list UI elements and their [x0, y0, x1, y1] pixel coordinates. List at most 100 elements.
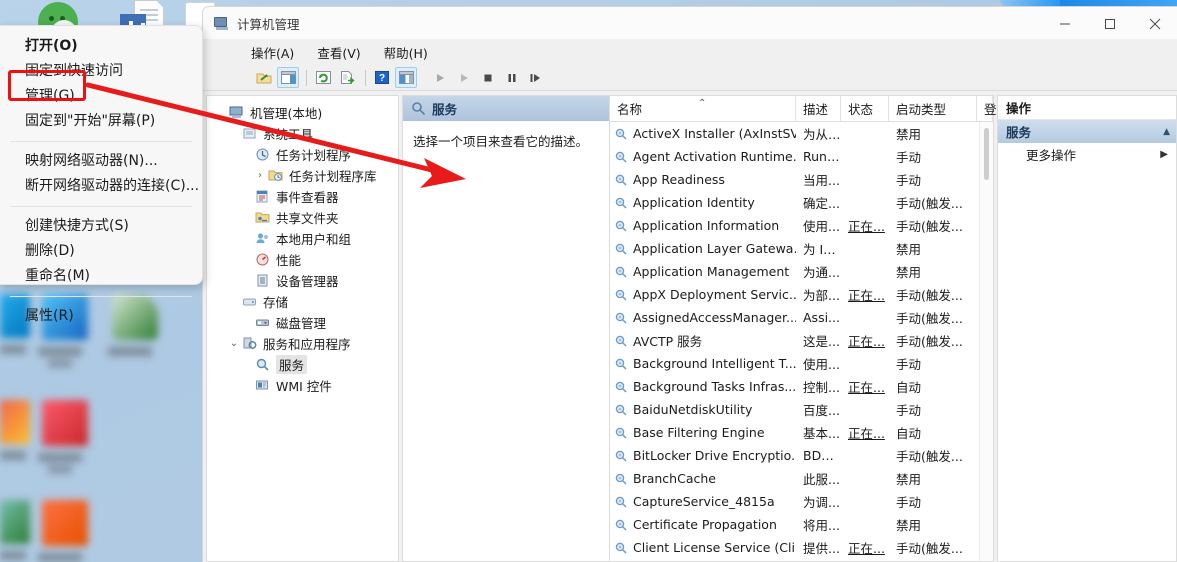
context-menu-item-7[interactable]: 删除(D): [0, 239, 202, 264]
show-hide-console-tree-icon[interactable]: [277, 67, 299, 88]
services-list-rows[interactable]: ActiveX Installer (AxInstSV)为从 ...禁用本 Ag…: [610, 122, 979, 561]
tree-item-11[interactable]: ⌄ 服务和应用程序: [207, 333, 398, 354]
actions-pane-title: 操作: [998, 96, 1176, 120]
tools-icon: [242, 126, 259, 142]
tree-item-8[interactable]: 设备管理器: [207, 270, 398, 291]
tree-item-4[interactable]: 事件查看器: [207, 186, 398, 207]
cell-status: 正在...: [848, 288, 885, 303]
service-name-label: Application Information: [633, 218, 780, 233]
maximize-button[interactable]: [1087, 7, 1132, 40]
context-menu-item-8[interactable]: 重命名(M): [0, 264, 202, 289]
services-list[interactable]: 名称 ⌃ 描述 状态 启动类型 登 ActiveX Installer (AxInstSV…: [610, 96, 997, 561]
help-icon[interactable]: ?: [371, 67, 393, 88]
actions-item-more[interactable]: 更多操作 ▶: [998, 143, 1176, 166]
table-row[interactable]: AppX Deployment Servic... 为部... 正在... 手动(触发…: [610, 283, 979, 306]
tree-item-1[interactable]: 系统工具: [207, 123, 398, 144]
tree-item-6[interactable]: 本地用户和组: [207, 228, 398, 249]
column-header-description[interactable]: 描述: [796, 96, 841, 121]
services-apps-icon: [242, 336, 259, 352]
context-menu-item-3[interactable]: 固定到"开始"屏幕(P): [0, 109, 202, 134]
table-row[interactable]: Application Management为通...禁用本: [610, 260, 979, 283]
context-menu-item-9[interactable]: 属性(R): [0, 304, 202, 329]
menu-view[interactable]: 查看(V): [317, 43, 360, 62]
file-explorer-context-menu[interactable]: 打开(O) 固定到快速访问 管理(G) 固定到"开始"屏幕(P) 映射网络驱动器(N).…: [0, 25, 203, 324]
column-header-status[interactable]: 状态: [841, 96, 889, 121]
column-header-name[interactable]: 名称 ⌃: [610, 96, 796, 121]
tree-item-10[interactable]: 磁盘管理: [207, 312, 398, 333]
service-icon: [614, 196, 629, 210]
actions-group-services[interactable]: 服务 ▲: [998, 120, 1176, 143]
cell-status: 正在...: [848, 334, 885, 349]
context-menu-item-4[interactable]: 映射网络驱动器(N)...: [0, 149, 202, 174]
services-list-header[interactable]: 名称 ⌃ 描述 状态 启动类型 登: [610, 96, 997, 122]
pause-service-icon[interactable]: [501, 67, 523, 88]
table-row[interactable]: AssignedAccessManager...Assi...手动(触发...本: [610, 306, 979, 329]
table-row[interactable]: Certificate Propagation将用...禁用本: [610, 513, 979, 536]
console-tree[interactable]: 机管理(本地) 系统工具任务计划程序 › 任务计划程序库 事件查看器 共享文件夹 本地用户和…: [207, 102, 398, 396]
console-tree-pane[interactable]: 机管理(本地) 系统工具任务计划程序 › 任务计划程序库 事件查看器 共享文件夹 本地用户和…: [206, 95, 399, 562]
table-row[interactable]: BaiduNetdiskUtility百度...手动本: [610, 398, 979, 421]
window-titlebar: 计算机管理: [203, 7, 1177, 40]
menu-action[interactable]: 操作(A): [251, 43, 294, 62]
tree-item-3[interactable]: › 任务计划程序库: [207, 165, 398, 186]
service-name-label: BitLocker Drive Encryptio...: [633, 448, 796, 463]
restart-service-icon[interactable]: [525, 67, 547, 88]
tree-expander-icon[interactable]: ⌄: [226, 338, 242, 349]
tree-item-12[interactable]: 服务: [207, 354, 398, 375]
table-row[interactable]: Background Tasks Infras...控制...正在...自动本: [610, 375, 979, 398]
cell-description: Assi...: [803, 310, 840, 325]
services-pane: 服务 选择一个项目来查看它的描述。 名称 ⌃ 描述 状态 启动类型 登 ActiveX I…: [402, 95, 997, 562]
resume-service-icon[interactable]: [453, 67, 475, 88]
table-row[interactable]: Application Layer Gatewa...为 In...禁用本: [610, 237, 979, 260]
stop-service-icon[interactable]: [477, 67, 499, 88]
services-icon: [255, 357, 272, 373]
manage-item-highlight-box: [8, 70, 86, 101]
menu-help[interactable]: 帮助(H): [384, 43, 428, 62]
table-row[interactable]: Base Filtering Engine基本...正在...自动本: [610, 421, 979, 444]
back-up-folder-icon[interactable]: [253, 67, 275, 88]
show-hide-action-pane-icon[interactable]: [395, 67, 417, 88]
computer-icon: [229, 105, 246, 121]
tree-item-13[interactable]: WMI 控件: [207, 375, 398, 396]
export-list-icon[interactable]: [336, 67, 358, 88]
table-row[interactable]: BranchCache此服...禁用网: [610, 467, 979, 490]
table-row[interactable]: BitLocker Drive Encryptio... BDE... 手动(触发.…: [610, 444, 979, 467]
minimize-button[interactable]: [1042, 7, 1087, 40]
cell-name: AVCTP 服务: [610, 331, 796, 350]
toolbar: ?: [203, 65, 1177, 91]
service-icon: [614, 449, 629, 463]
service-description-column: 服务 选择一个项目来查看它的描述。: [403, 96, 610, 561]
column-header-logon[interactable]: 登: [977, 96, 997, 121]
table-row[interactable]: AVCTP 服务这是...正在...手动(触发...本: [610, 329, 979, 352]
refresh-icon[interactable]: [312, 67, 334, 88]
context-menu-item-5[interactable]: 断开网络驱动器的连接(C)...: [0, 174, 202, 199]
start-service-icon[interactable]: [429, 67, 451, 88]
column-header-startup[interactable]: 启动类型: [889, 96, 977, 121]
table-row[interactable]: Agent Activation Runtime...Runt...手动本: [610, 145, 979, 168]
close-button[interactable]: [1132, 7, 1177, 40]
tree-item-label: 系统工具: [263, 127, 314, 142]
chevron-up-icon[interactable]: ▲: [1163, 127, 1170, 137]
table-row[interactable]: CNG Key IsolationCNG...正在...手动(触发...本: [610, 559, 979, 561]
tree-item-0[interactable]: 机管理(本地): [207, 102, 398, 123]
tree-item-5[interactable]: 共享文件夹: [207, 207, 398, 228]
context-menu-item-0[interactable]: 打开(O): [0, 34, 202, 59]
storage-icon: [242, 294, 259, 310]
services-list-scroll-thumb[interactable]: [984, 128, 989, 180]
table-row[interactable]: App Readiness当用...手动本: [610, 168, 979, 191]
tree-item-2[interactable]: 任务计划程序: [207, 144, 398, 165]
table-row[interactable]: Background Intelligent T...使用...手动本: [610, 352, 979, 375]
task-scheduler-icon: [255, 147, 272, 163]
tree-item-7[interactable]: 性能: [207, 249, 398, 270]
tree-expander-icon[interactable]: ›: [252, 170, 268, 181]
service-icon: [614, 426, 629, 440]
services-list-scrollbar[interactable]: [979, 122, 993, 561]
table-row[interactable]: CaptureService_4815a为调...手动本: [610, 490, 979, 513]
table-row[interactable]: Application Information 使用... 正在... 手动(触发..…: [610, 214, 979, 237]
table-row[interactable]: Client License Service (Cli... 提供... 正在...…: [610, 536, 979, 559]
table-row[interactable]: Application Identity确定...手动(触发...本: [610, 191, 979, 214]
tree-item-9[interactable]: 存储: [207, 291, 398, 312]
context-menu-item-6[interactable]: 创建快捷方式(S): [0, 214, 202, 239]
cell-name: Background Intelligent T...: [610, 356, 796, 371]
table-row[interactable]: ActiveX Installer (AxInstSV)为从 ...禁用本: [610, 122, 979, 145]
